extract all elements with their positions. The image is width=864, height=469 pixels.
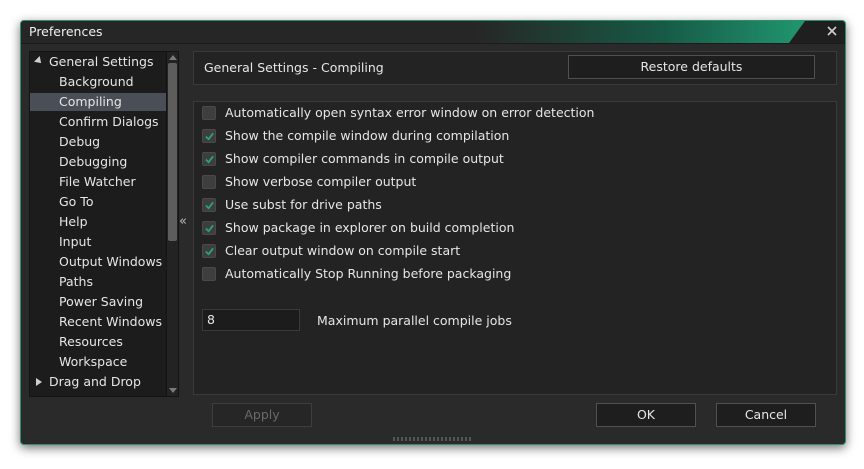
scroll-down-icon[interactable] <box>169 388 177 393</box>
title-bar[interactable]: Preferences <box>21 21 845 44</box>
tree-item-label: File Watcher <box>59 174 136 189</box>
tree-item[interactable]: Workspace <box>30 353 166 371</box>
tree-item[interactable]: Compiling <box>30 93 166 111</box>
option-label: Use subst for drive paths <box>225 197 382 212</box>
tree-item-label: Resources <box>59 334 123 349</box>
tree-item[interactable]: Recent Windows <box>30 313 166 331</box>
tree-item-label: Debug <box>59 134 101 149</box>
tree-item[interactable]: Power Saving <box>30 293 166 311</box>
expand-right-icon[interactable] <box>36 378 42 386</box>
preferences-window: Preferences General Settings Background Co… <box>20 20 846 445</box>
tree-item[interactable]: Output Windows <box>30 253 166 271</box>
tree-item-label: Confirm Dialogs <box>59 114 159 129</box>
tree-item[interactable]: Help <box>30 213 166 231</box>
option-checkbox[interactable] <box>202 106 216 120</box>
tree-item-label: Compiling <box>59 94 122 109</box>
checkmark-icon <box>205 132 214 141</box>
close-button[interactable] <box>789 21 845 43</box>
tree-item-label: Debugging <box>59 154 128 169</box>
section-title: General Settings - Compiling <box>204 60 384 75</box>
checkmark-icon <box>205 201 214 210</box>
tree-item-label: Background <box>59 74 134 89</box>
option-label: Clear output window on compile start <box>225 243 461 258</box>
cancel-button[interactable]: Cancel <box>716 403 816 427</box>
option-checkbox[interactable] <box>202 221 216 235</box>
checkmark-icon <box>205 247 214 256</box>
option-checkbox[interactable] <box>202 198 216 212</box>
option-label: Show package in explorer on build comple… <box>225 220 515 235</box>
option-checkbox[interactable] <box>202 267 216 281</box>
parallel-jobs-input[interactable]: 8 <box>202 309 300 331</box>
option-checkbox[interactable] <box>202 244 216 258</box>
collapse-panel-icon[interactable]: « <box>179 214 187 229</box>
settings-tree: General Settings Background Compiling Confi… <box>29 51 179 397</box>
parallel-jobs-label: Maximum parallel compile jobs <box>317 313 512 328</box>
tree-item-label: Drag and Drop <box>49 374 141 389</box>
options-panel: Automatically open syntax error window o… <box>193 101 837 395</box>
option-label: Show verbose compiler output <box>225 174 417 189</box>
tree-item-label: Recent Windows <box>59 314 162 329</box>
window-title: Preferences <box>29 24 103 39</box>
tree-item[interactable]: Input <box>30 233 166 251</box>
tree-item[interactable]: File Watcher <box>30 173 166 191</box>
restore-defaults-button[interactable]: Restore defaults <box>568 55 815 79</box>
resize-grip[interactable] <box>393 437 473 441</box>
checkmark-icon <box>205 155 214 164</box>
option-label: Show compiler commands in compile output <box>225 151 504 166</box>
option-checkbox[interactable] <box>202 152 216 166</box>
close-icon <box>827 26 837 36</box>
tree-scrollbar[interactable] <box>166 52 178 396</box>
tree-item-label: General Settings <box>49 54 154 69</box>
tree-item[interactable]: General Settings <box>30 53 166 71</box>
tree-item[interactable]: Go To <box>30 193 166 211</box>
option-checkbox[interactable] <box>202 175 216 189</box>
checkmark-icon <box>205 224 214 233</box>
tree-item-label: Power Saving <box>59 294 144 309</box>
tree-item-label: Go To <box>59 194 94 209</box>
expand-down-icon[interactable] <box>34 56 44 66</box>
tree-item-label: Paths <box>59 274 93 289</box>
scroll-thumb[interactable] <box>168 63 177 241</box>
tree-item[interactable]: Debug <box>30 133 166 151</box>
scroll-up-icon[interactable] <box>169 55 177 60</box>
tree-item-label: Output Windows <box>59 254 163 269</box>
tree-item-label: Help <box>59 214 88 229</box>
option-label: Automatically Stop Running before packag… <box>225 266 512 281</box>
tree-item[interactable]: Drag and Drop <box>30 373 166 391</box>
ok-button[interactable]: OK <box>596 403 696 427</box>
tree-item[interactable]: Confirm Dialogs <box>30 113 166 131</box>
option-label: Show the compile window during compilati… <box>225 128 510 143</box>
tree-item[interactable]: Debugging <box>30 153 166 171</box>
option-checkbox[interactable] <box>202 129 216 143</box>
tree-item[interactable]: Background <box>30 73 166 91</box>
tree-item-label: Input <box>59 234 92 249</box>
tree-item-label: Workspace <box>59 354 128 369</box>
option-label: Automatically open syntax error window o… <box>225 105 595 120</box>
tree-item[interactable]: Resources <box>30 333 166 351</box>
tree-item[interactable]: Paths <box>30 273 166 291</box>
apply-button[interactable]: Apply <box>212 403 312 427</box>
section-header: General Settings - Compiling Restore def… <box>193 51 837 85</box>
